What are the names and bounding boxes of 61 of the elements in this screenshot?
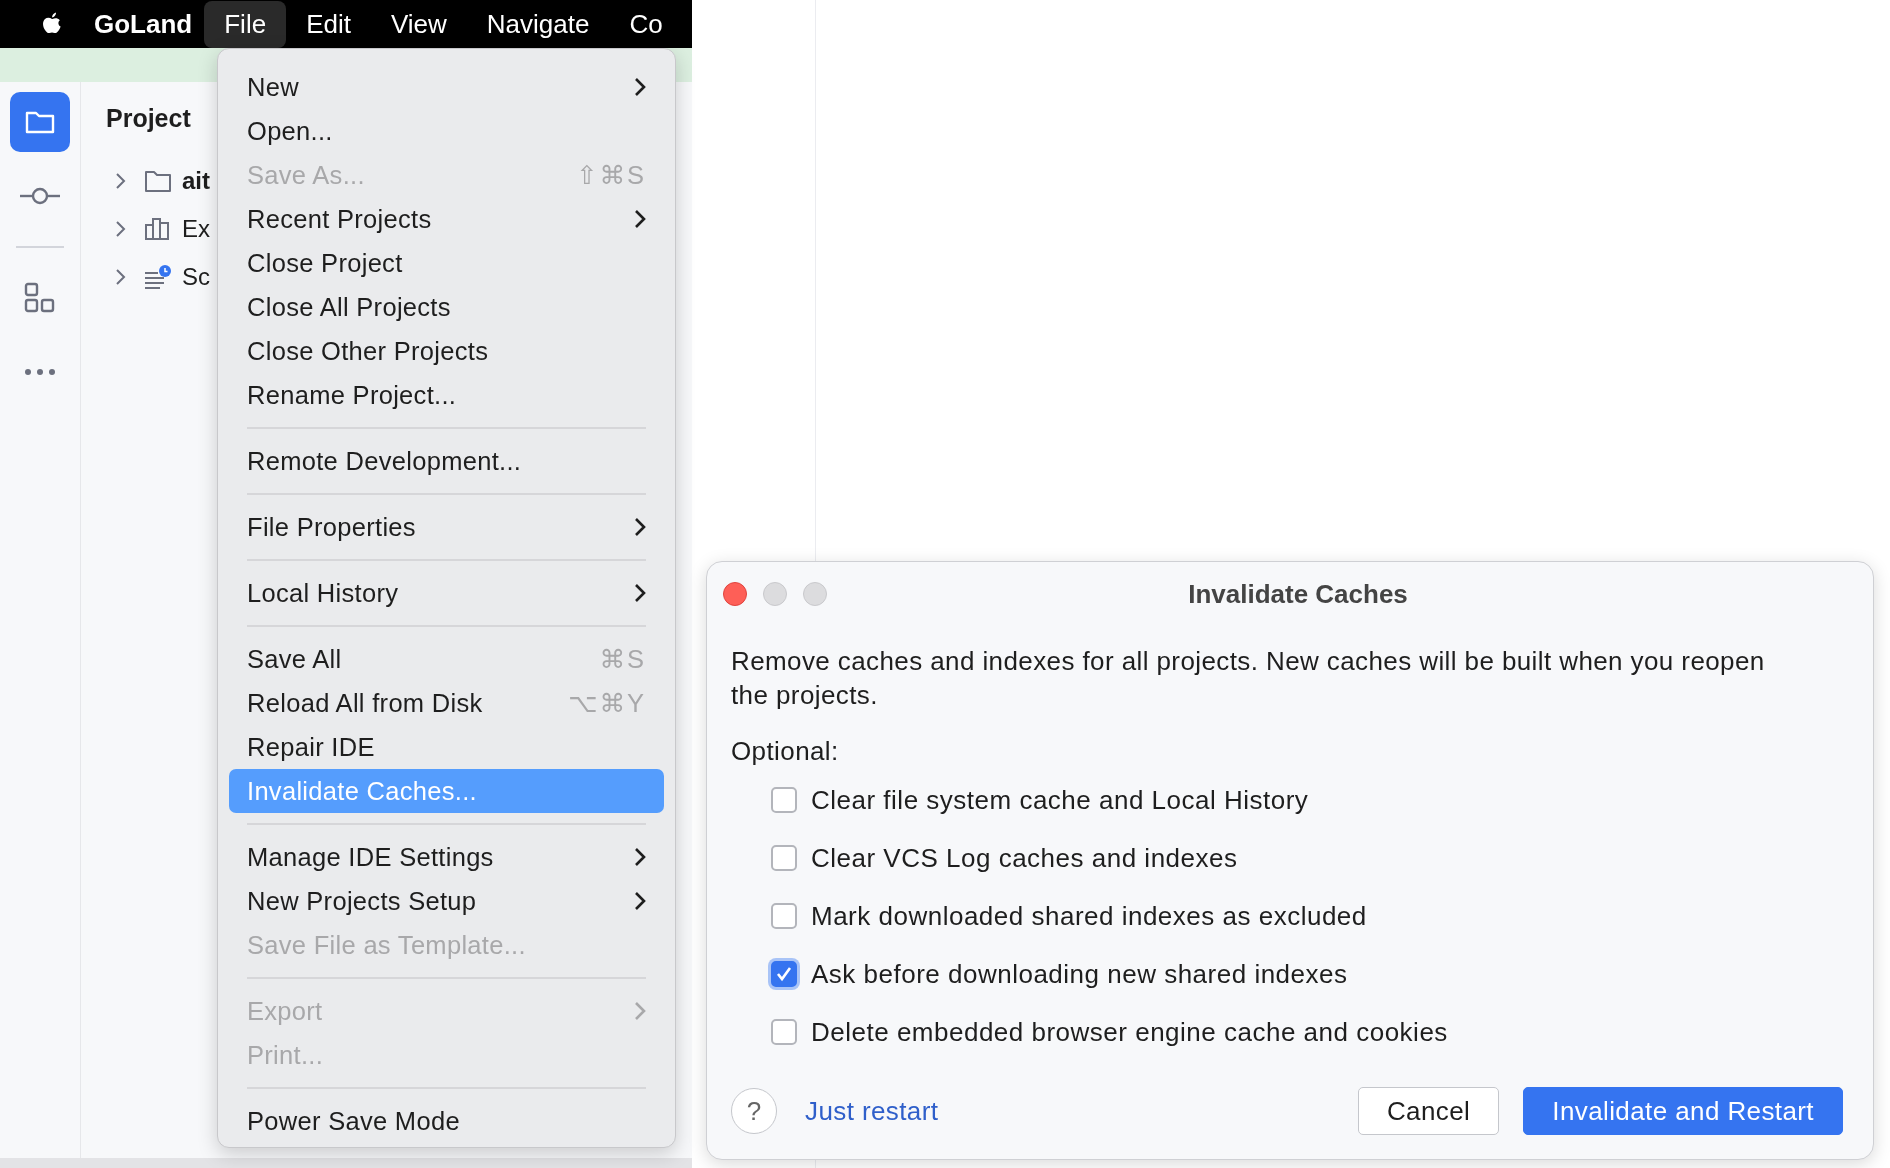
just-restart-link[interactable]: Just restart	[805, 1095, 939, 1127]
menu-item[interactable]: Save All ⌘S	[229, 637, 664, 681]
menu-item-label: File Properties	[247, 512, 417, 542]
option-label: Clear file system cache and Local History	[811, 784, 1309, 816]
help-button[interactable]: ?	[731, 1088, 777, 1134]
option-label: Delete embedded browser engine cache and cookies	[811, 1016, 1448, 1048]
menu-item-label: Invalidate Caches...	[247, 776, 478, 806]
menu-item[interactable]: Recent Projects	[229, 197, 664, 241]
menu-item[interactable]: Rename Project...	[229, 373, 664, 417]
menu-item-label: Print...	[247, 1040, 325, 1070]
menu-item[interactable]: Power Save Mode	[229, 1099, 664, 1143]
menu-item[interactable]: Open...	[229, 109, 664, 153]
tree-item[interactable]: ait	[182, 167, 210, 195]
option-label: Clear VCS Log caches and indexes	[811, 842, 1238, 874]
option-label: Mark downloaded shared indexes as excluded	[811, 900, 1367, 932]
menu-item-label: Close All Projects	[247, 292, 452, 322]
cancel-button[interactable]: Cancel	[1357, 1087, 1500, 1135]
menu-item-label: Open...	[247, 116, 334, 146]
menu-item[interactable]: Close All Projects	[229, 285, 664, 329]
menu-bar-item[interactable]: File	[204, 0, 287, 48]
menu-item[interactable]: File Properties	[229, 505, 664, 549]
menu-item-label: Repair IDE	[247, 732, 376, 762]
dialog-title: Invalidate Caches	[1187, 578, 1409, 610]
menu-item-label: Rename Project...	[247, 380, 458, 410]
menu-item-label: Export	[247, 996, 324, 1026]
invalidate-and-restart-button[interactable]: Invalidate and Restart	[1523, 1087, 1843, 1135]
menu-item-label: Save All	[247, 644, 343, 674]
menu-item-label: New	[247, 72, 300, 102]
menu-item-label: Recent Projects	[247, 204, 433, 234]
menu-item-label: Local History	[247, 578, 400, 608]
menu-bar-item[interactable]: Co	[609, 0, 683, 48]
menu-item-label: Close Other Projects	[247, 336, 490, 366]
menu-bar-item[interactable]: Navigate	[466, 0, 610, 48]
menu-item[interactable]: Close Project	[229, 241, 664, 285]
menu-bar-item[interactable]: View	[370, 0, 467, 48]
app-name[interactable]: GoLand	[94, 8, 193, 40]
menu-item[interactable]: New	[229, 65, 664, 109]
shortcut-label: ⌥⌘Y	[568, 688, 646, 718]
menu-item[interactable]: Manage IDE Settings	[229, 835, 664, 879]
menu-item-label: Close Project	[247, 248, 404, 278]
menu-item-label: Save As...	[247, 160, 366, 190]
shortcut-label: ⌘S	[599, 644, 646, 674]
description-text: Remove caches and indexes for all projects. New caches will be built when you reopen the projects.	[731, 645, 1766, 712]
menu-item[interactable]: Close Other Projects	[229, 329, 664, 373]
menu-item[interactable]: Local History	[229, 571, 664, 615]
menu-item-label: Power Save Mode	[247, 1106, 461, 1136]
menu-item-label: Reload All from Disk	[247, 688, 484, 718]
tree-item[interactable]: Sc	[182, 263, 210, 291]
optional-label: Optional:	[731, 736, 840, 767]
menu-item[interactable]: Remote Development...	[229, 439, 664, 483]
menu-item[interactable]: Repair IDE	[229, 725, 664, 769]
menu-item-label: New Projects Setup	[247, 886, 478, 916]
shortcut-label: ⇧⌘S	[576, 160, 646, 190]
option-label: Ask before downloading new shared indexes	[811, 958, 1348, 990]
tree-item[interactable]: Ex	[182, 215, 210, 243]
menu-item-label: Save File as Template...	[247, 930, 527, 960]
menu-item[interactable]: Reload All from Disk ⌥⌘Y	[229, 681, 664, 725]
menu-bar-item[interactable]: Edit	[286, 0, 371, 48]
menu-item[interactable]: New Projects Setup	[229, 879, 664, 923]
menu-item-label: Manage IDE Settings	[247, 842, 495, 872]
menu-item-label: Remote Development...	[247, 446, 523, 476]
